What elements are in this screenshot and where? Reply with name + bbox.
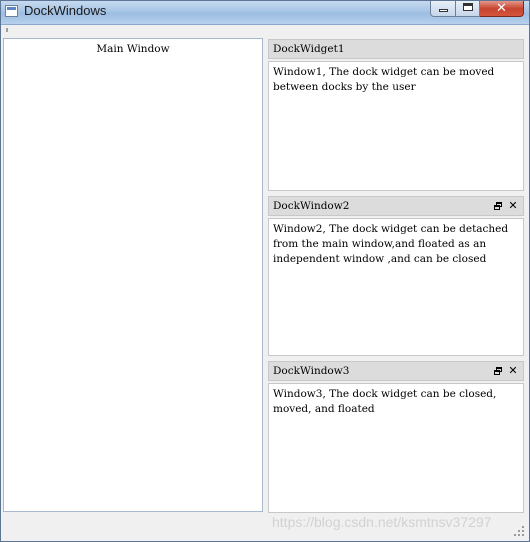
dock-title-bar-3[interactable]: DockWindow3 ✕ [268, 361, 524, 381]
caption-buttons: ✕ [430, 0, 524, 18]
dock-windows-app: DockWindows ✕ Main Window DockWidget1 Wi… [0, 0, 530, 542]
dock-title-1: DockWidget1 [273, 43, 345, 55]
maximize-button[interactable] [456, 0, 480, 17]
toolbar [2, 26, 528, 36]
dock-widget-2: DockWindow2 ✕ Window2, The dock widget c… [268, 196, 524, 356]
minimize-icon [439, 9, 448, 12]
dock-content-1: Window1, The dock widget can be moved be… [268, 61, 524, 191]
size-grip-icon[interactable] [514, 526, 524, 536]
float-icon [494, 202, 502, 210]
main-window-label: Main Window [96, 43, 170, 55]
window-title: DockWindows [24, 3, 107, 18]
title-bar[interactable]: DockWindows ✕ [0, 0, 530, 25]
minimize-button[interactable] [430, 0, 456, 17]
dock-close-button-3[interactable]: ✕ [506, 364, 520, 378]
dock-title-2: DockWindow2 [273, 200, 350, 212]
dock-widget-1: DockWidget1 Window1, The dock widget can… [268, 39, 524, 191]
dock-content-3: Window3, The dock widget can be closed, … [268, 383, 524, 513]
dock-title-bar-2[interactable]: DockWindow2 ✕ [268, 196, 524, 216]
watermark: https://blog.csdn.net/ksmtnsv37297 [272, 514, 492, 530]
close-button[interactable]: ✕ [480, 0, 524, 17]
dock-float-button-2[interactable] [491, 199, 505, 213]
dock-float-button-3[interactable] [491, 364, 505, 378]
main-window-area: Main Window [3, 38, 263, 512]
maximize-icon [463, 3, 473, 11]
dock-close-button-2[interactable]: ✕ [506, 199, 520, 213]
float-icon [494, 367, 502, 375]
toolbar-handle-icon[interactable] [6, 28, 8, 32]
dock-title-bar-1[interactable]: DockWidget1 [268, 39, 524, 59]
close-icon: ✕ [496, 1, 507, 16]
dock-title-3: DockWindow3 [273, 365, 350, 377]
app-icon[interactable] [5, 5, 18, 17]
dock-content-2: Window2, The dock widget can be detached… [268, 218, 524, 356]
dock-widget-3: DockWindow3 ✕ Window3, The dock widget c… [268, 361, 524, 513]
